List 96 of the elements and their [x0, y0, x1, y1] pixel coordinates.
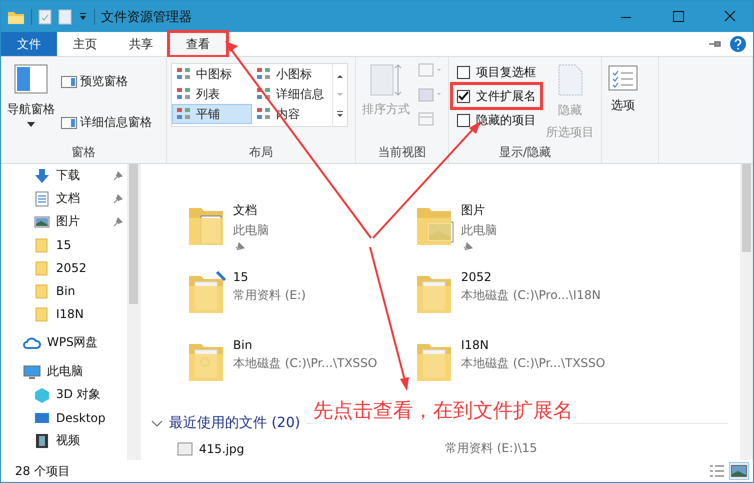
- folder-name: Bin: [233, 338, 254, 352]
- folder-name: 15: [233, 270, 250, 284]
- options-button[interactable]: 选项: [606, 61, 640, 161]
- monitor-icon: [23, 364, 41, 380]
- nav-label: 文档: [56, 190, 80, 207]
- view-layout-icon: [256, 107, 272, 121]
- folder-icon: [34, 306, 50, 322]
- checkbox[interactable]: 项目复选框: [453, 61, 540, 83]
- pane-layout-icon: [61, 74, 77, 88]
- nav-label: 15: [56, 238, 72, 252]
- nav-item[interactable]: Desktop: [1, 406, 127, 429]
- picture-icon: [34, 214, 50, 230]
- folder-location: 本地磁盘 (C:)\Pro...\I18N: [461, 287, 601, 304]
- nav-item[interactable]: 此电脑: [1, 360, 127, 383]
- details-pane-button[interactable]: 详细信息窗格: [61, 114, 152, 131]
- pin-icon[interactable]: [233, 242, 245, 250]
- chevron-icon[interactable]: [151, 418, 163, 428]
- pin-icon[interactable]: [113, 216, 123, 226]
- scrollbar[interactable]: [127, 164, 140, 460]
- sort-icon: [369, 63, 403, 97]
- nav-item[interactable]: 下载: [1, 164, 127, 187]
- caret-icon: [27, 122, 35, 127]
- cloud-icon: [23, 334, 41, 350]
- folder-location: 此电脑: [461, 222, 497, 239]
- nav-item[interactable]: 图片: [1, 210, 127, 233]
- group-label: 窗格: [70, 144, 96, 161]
- group-header[interactable]: 最近使用的文件 (20): [169, 414, 300, 432]
- folder-icon: [34, 282, 50, 298]
- pin-icon[interactable]: [461, 242, 473, 250]
- pin-icon[interactable]: [113, 170, 123, 180]
- navigation-pane-button[interactable]: 导航窗格: [5, 61, 57, 143]
- cube-icon: [34, 386, 50, 402]
- document-icon: [34, 190, 50, 206]
- layout-option[interactable]: 小图标: [252, 64, 332, 84]
- folder-icon: [34, 236, 50, 252]
- folder-name: 2052: [461, 270, 493, 284]
- nav-label: 图片: [56, 213, 80, 230]
- group-label: 显示/隐藏: [498, 144, 552, 161]
- nav-label: Desktop: [56, 410, 106, 424]
- group-label: 当前视图: [377, 144, 427, 161]
- checkbox[interactable]: 文件扩展名: [453, 85, 540, 107]
- nav-item[interactable]: 文档: [1, 187, 127, 210]
- download-icon: [34, 168, 50, 184]
- nav-label: 下载: [56, 167, 80, 184]
- file-name[interactable]: 415.jpg: [199, 442, 439, 456]
- folder-name: I18N: [461, 338, 490, 352]
- view-layout-icon: [176, 87, 192, 101]
- view-layout-icon: [176, 107, 192, 121]
- scrollbar[interactable]: [740, 164, 753, 460]
- ribbon-tab[interactable]: 共享: [113, 32, 169, 56]
- layout-option[interactable]: 列表: [172, 84, 252, 104]
- properties-icon[interactable]: [38, 8, 52, 24]
- view-layout-icon: [256, 67, 272, 81]
- annotation-text: 先点击查看，在到文件扩展名: [313, 397, 573, 424]
- item-count: 28 个项目: [15, 462, 70, 480]
- folder-icon: [34, 260, 50, 276]
- folder-location: 此电脑: [233, 222, 269, 239]
- nav-item[interactable]: Bin: [1, 279, 127, 302]
- layout-option[interactable]: 中图标: [172, 64, 252, 84]
- folder-location: 常用资料 (E:): [233, 287, 306, 304]
- ribbon-tab[interactable]: 查看: [169, 32, 227, 56]
- layout-option[interactable]: 平铺: [172, 104, 252, 124]
- large-icons-view-button[interactable]: [729, 462, 749, 480]
- nav-label: I18N: [56, 306, 84, 320]
- folder-location: 本地磁盘 (C:)\Pr...\TXSSO: [233, 355, 378, 372]
- pin-icon[interactable]: [113, 194, 123, 204]
- nav-item[interactable]: 视频: [1, 429, 127, 452]
- view-layout-icon: [256, 87, 272, 101]
- nav-item[interactable]: 2052: [1, 256, 127, 279]
- nav-label: 3D 对象: [56, 386, 101, 403]
- nav-label: Bin: [56, 284, 76, 298]
- checklist-icon: [608, 63, 638, 93]
- folder-name: 文档: [233, 202, 258, 219]
- image-file-icon: [177, 440, 193, 456]
- nav-item[interactable]: 15: [1, 233, 127, 256]
- nav-label: WPS网盘: [47, 334, 98, 351]
- pane-layout-icon: [61, 116, 77, 130]
- folder-location: 本地磁盘 (C:)\Pr...\TXSSO: [461, 355, 606, 372]
- layout-option[interactable]: 详细信息: [252, 84, 332, 104]
- nav-item[interactable]: 3D 对象: [1, 383, 127, 406]
- folder-name: 图片: [461, 202, 486, 219]
- window-title: 文件资源管理器: [101, 8, 192, 26]
- ribbon-tab[interactable]: 文件: [1, 32, 57, 56]
- help-icon[interactable]: [729, 35, 747, 53]
- nav-item[interactable]: WPS网盘: [1, 331, 127, 354]
- nav-item[interactable]: I18N: [1, 302, 127, 325]
- preview-pane-button[interactable]: 预览窗格: [61, 73, 152, 90]
- file-location: 常用资料 (E:)\15: [445, 440, 538, 457]
- check-mark-icon: [458, 91, 469, 101]
- nav-label: 此电脑: [47, 363, 83, 380]
- nav-label: 2052: [56, 260, 87, 274]
- ribbon-tab[interactable]: 主页: [57, 32, 113, 56]
- nav-label: 视频: [56, 432, 80, 449]
- film-icon: [34, 432, 50, 448]
- group-label: 布局: [248, 144, 274, 161]
- view-layout-icon: [176, 67, 192, 81]
